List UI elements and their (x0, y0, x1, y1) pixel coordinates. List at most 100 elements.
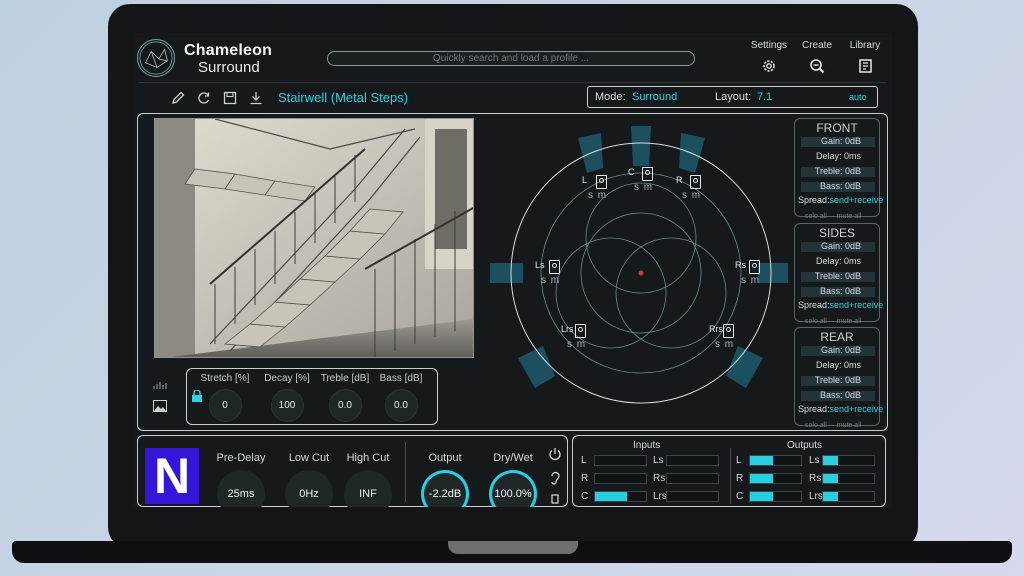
group-treble-slider[interactable]: Treble: 0dB (795, 270, 879, 285)
group-gain-slider[interactable]: Gain: 0dB (795, 135, 879, 150)
low-cut-value: 0Hz (285, 470, 333, 507)
solo-mute-toggles[interactable]: s m (567, 339, 586, 350)
group-delay-value: Delay: 0ms (815, 151, 861, 161)
inputs-meter-label: C (581, 491, 589, 502)
pencil-icon[interactable] (171, 91, 185, 105)
solo-mute-toggles[interactable]: s m (634, 182, 653, 193)
pre-delay-value: 25ms (217, 470, 265, 507)
solo-all-button[interactable]: solo all (805, 318, 827, 325)
bass-value: 0.0 (384, 389, 418, 422)
group-bass-slider[interactable]: Bass: 0dB (795, 389, 879, 404)
library-icon (859, 59, 872, 73)
image-knob-panel: Stretch [%] 0 Decay [%] 100 Treble [dB] … (186, 368, 438, 425)
output-value: -2.2dB (421, 470, 469, 507)
solo-mute-toggles[interactable]: s m (741, 275, 760, 286)
ear-icon[interactable] (548, 471, 562, 485)
inputs-level-meter (594, 473, 647, 484)
spread-control[interactable]: Spread:send+receive (798, 404, 883, 414)
solo-all-button[interactable]: solo all (805, 422, 827, 429)
mode-label: Mode: (595, 91, 626, 103)
chameleon-logo-icon (137, 39, 175, 77)
spread-control[interactable]: Spread:send+receive (798, 195, 883, 205)
group-bass-slider[interactable]: Bass: 0dB (795, 180, 879, 195)
panel-divider (405, 442, 406, 502)
outputs-level-meter (822, 455, 875, 466)
gear-icon (763, 60, 775, 72)
group-treble-slider[interactable]: Treble: 0dB (795, 374, 879, 389)
high-cut-knob[interactable]: High Cut INF (337, 452, 399, 507)
meter-fill (823, 474, 839, 483)
dry-wet-knob[interactable]: Dry/Wet 100.0% (482, 452, 544, 507)
inputs-level-meter (666, 491, 719, 502)
bass-knob[interactable]: Bass [dB] 0.0 (373, 373, 429, 422)
group-delay-slider[interactable]: Delay: 0ms (795, 359, 879, 374)
decay-value: 100 (270, 389, 304, 422)
image-icon[interactable] (153, 400, 167, 412)
create-label: Create (801, 40, 832, 51)
output-knob[interactable]: Output -2.2dB (414, 452, 476, 507)
solo-mute-toggles[interactable]: s m (541, 275, 560, 286)
plugin-window: Chameleon Surround Settings Create Libra… (133, 33, 892, 507)
profile-search-input[interactable] (327, 51, 695, 66)
solo-mute-toggles[interactable]: s m (682, 190, 701, 201)
settings-button[interactable]: Settings (747, 40, 791, 74)
mute-all-button[interactable]: mute all (837, 422, 862, 429)
profile-name[interactable]: Stairwell (Metal Steps) (278, 90, 408, 105)
speaker-rrs[interactable]: Rrs s m (709, 324, 749, 354)
treble-value: 0.0 (328, 389, 362, 422)
room-image[interactable] (154, 118, 474, 358)
spread-label: Spread: (798, 195, 830, 205)
meter-fill (750, 456, 773, 465)
decay-knob[interactable]: Decay [%] 100 (259, 373, 315, 422)
group-treble-slider[interactable]: Treble: 0dB (795, 165, 879, 180)
refresh-icon[interactable] (197, 91, 211, 105)
mute-all-button[interactable]: mute all (837, 213, 862, 220)
solo-mute-toggles[interactable]: s m (588, 190, 607, 201)
group-title: SIDES (818, 226, 855, 240)
brand-name: Chameleon (184, 42, 273, 59)
high-cut-value: INF (344, 470, 392, 507)
treble-knob[interactable]: Treble [dB] 0.0 (315, 373, 375, 422)
speaker-rs[interactable]: Rs s m (735, 260, 775, 290)
speaker-ls[interactable]: Ls s m (535, 260, 575, 290)
mode-select[interactable]: Surround (632, 91, 677, 103)
treble-label: Treble [dB] (320, 373, 370, 384)
inputs-level-meter (666, 473, 719, 484)
group-gain-slider[interactable]: Gain: 0dB (795, 240, 879, 255)
speaker-c[interactable]: Cs m (628, 167, 668, 197)
spectrum-icon[interactable] (153, 378, 167, 390)
outputs-meter-label: Lrs (809, 491, 823, 502)
bass-label: Bass [dB] (379, 373, 423, 384)
group-gain-slider[interactable]: Gain: 0dB (795, 344, 879, 359)
solo-all-button[interactable]: solo all (805, 213, 827, 220)
slider-handle-icon[interactable] (550, 494, 560, 504)
outputs-meter-label: L (736, 455, 742, 466)
library-button[interactable]: Library (843, 40, 887, 74)
create-button[interactable]: Create (795, 40, 839, 74)
speaker-lrs[interactable]: Lrs s m (561, 324, 601, 354)
pre-delay-knob[interactable]: Pre-Delay 25ms (210, 452, 272, 507)
outputs-level-meter (749, 491, 802, 502)
auto-toggle[interactable]: auto (849, 92, 867, 102)
speaker-l[interactable]: Ls m (582, 175, 622, 205)
solo-mute-toggles[interactable]: s m (715, 339, 734, 350)
low-cut-knob[interactable]: Low Cut 0Hz (278, 452, 340, 507)
power-icon[interactable] (548, 447, 562, 461)
group-treble-value: Treble: 0dB (814, 271, 861, 281)
group-bass-slider[interactable]: Bass: 0dB (795, 285, 879, 300)
laptop-notch (448, 541, 578, 554)
download-icon[interactable] (249, 91, 263, 105)
mute-all-button[interactable]: mute all (837, 318, 862, 325)
layout-select[interactable]: 7.1 (757, 91, 772, 103)
stretch-knob[interactable]: Stretch [%] 0 (195, 373, 255, 422)
stretch-label: Stretch [%] (200, 373, 250, 384)
speaker-r[interactable]: Rs m (676, 175, 716, 205)
group-delay-slider[interactable]: Delay: 0ms (795, 150, 879, 165)
speaker-label: C (628, 167, 635, 177)
group-delay-slider[interactable]: Delay: 0ms (795, 255, 879, 270)
header-divider (139, 82, 886, 83)
layout-label: Layout: (715, 91, 752, 103)
save-icon[interactable] (223, 91, 237, 105)
meters-panel: Inputs Outputs L Ls L Ls R Rs R Rs C Lrs C Lrs (572, 435, 886, 507)
spread-control[interactable]: Spread:send+receive (798, 300, 883, 310)
